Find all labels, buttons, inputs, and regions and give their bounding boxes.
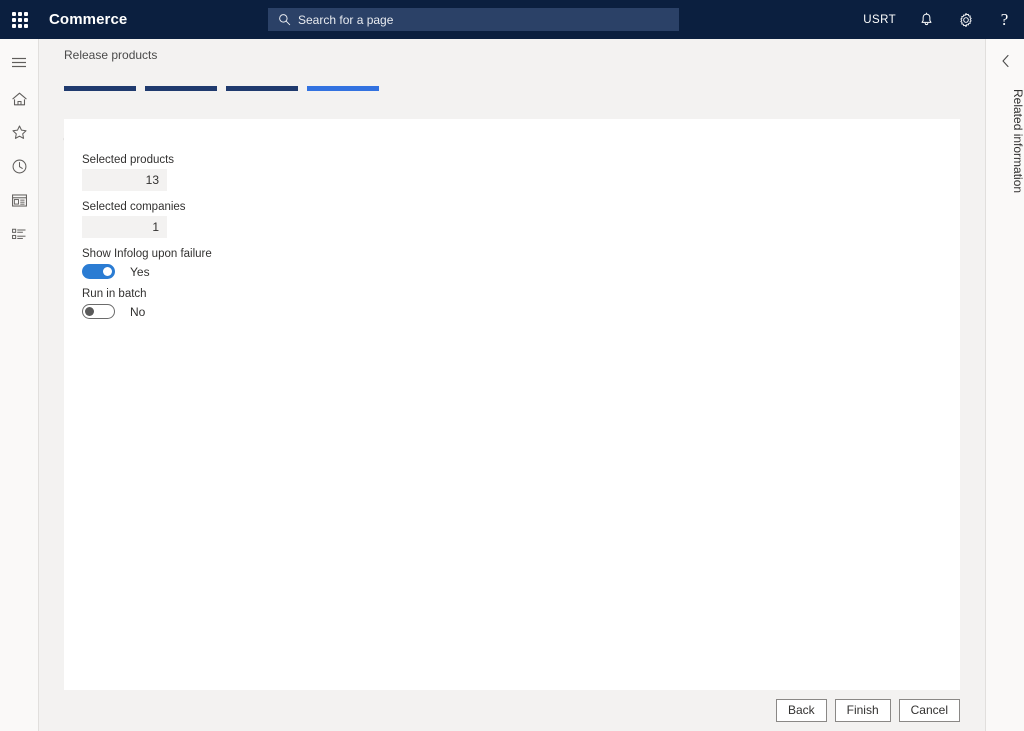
breadcrumb[interactable]: Release products [64, 48, 157, 62]
field-selected-companies: Selected companies 1 [82, 201, 212, 238]
top-bar-actions: USRT ? [852, 0, 1024, 39]
wizard-step-3[interactable] [226, 86, 298, 91]
expand-related-information-button[interactable] [986, 51, 1024, 75]
toggle-row-run-in-batch: No [82, 304, 212, 319]
field-label-show-infolog: Show Infolog upon failure [82, 248, 212, 260]
related-information-panel: Related information [985, 39, 1024, 731]
main-content-area: Release products Confirm selection Selec… [39, 39, 985, 731]
show-infolog-toggle[interactable] [82, 264, 115, 279]
sidebar-item-modules[interactable] [0, 220, 39, 254]
sidebar-item-navigation-menu[interactable] [0, 48, 39, 82]
company-selector[interactable]: USRT [852, 14, 907, 26]
app-launcher-button[interactable] [0, 0, 40, 39]
field-label-selected-products: Selected products [82, 154, 175, 166]
back-button[interactable]: Back [775, 699, 827, 722]
clock-icon [11, 158, 28, 180]
confirm-selection-form: Selected products 13 Selected companies … [82, 154, 212, 328]
star-icon [11, 124, 28, 146]
field-label-run-in-batch: Run in batch [82, 288, 147, 300]
cancel-button[interactable]: Cancel [898, 699, 960, 722]
wizard-step-1[interactable] [64, 86, 136, 91]
wizard-step-2[interactable] [145, 86, 217, 91]
sidebar-item-home[interactable] [0, 84, 39, 118]
application-window: Commerce Search for a page USRT ? Releas… [0, 0, 1024, 731]
bell-icon [919, 12, 934, 28]
modules-list-icon [11, 227, 28, 247]
search-icon [278, 13, 291, 26]
run-in-batch-value: No [130, 304, 146, 319]
top-navigation-bar: Commerce Search for a page USRT ? [0, 0, 1024, 39]
wizard-footer: Back Finish Cancel [39, 690, 985, 731]
selected-products-value[interactable]: 13 [82, 169, 167, 191]
toggle-row-show-infolog: Yes [82, 264, 212, 279]
content-card: Selected products 13 Selected companies … [64, 119, 960, 690]
sidebar-item-favorites[interactable] [0, 118, 39, 152]
settings-button[interactable] [946, 0, 985, 39]
show-infolog-value: Yes [130, 264, 150, 279]
field-show-infolog: Show Infolog upon failure Yes [82, 248, 212, 279]
notifications-button[interactable] [907, 0, 946, 39]
related-information-label[interactable]: Related information [986, 89, 1024, 193]
wizard-progress-indicator [64, 86, 379, 91]
gear-icon [958, 12, 974, 28]
search-placeholder: Search for a page [298, 12, 394, 27]
search-input[interactable]: Search for a page [268, 8, 679, 31]
help-button[interactable]: ? [985, 0, 1024, 39]
field-label-selected-companies: Selected companies [82, 201, 186, 213]
waffle-icon [12, 11, 28, 28]
run-in-batch-toggle[interactable] [82, 304, 115, 319]
question-mark-icon: ? [1000, 10, 1009, 29]
left-navigation-rail [0, 39, 39, 731]
finish-button[interactable]: Finish [834, 699, 891, 722]
home-icon [11, 91, 28, 112]
hamburger-icon [11, 56, 27, 74]
field-selected-products: Selected products 13 [82, 154, 212, 191]
selected-companies-value[interactable]: 1 [82, 216, 167, 238]
sidebar-item-recent[interactable] [0, 152, 39, 186]
workspace-icon [11, 193, 28, 213]
brand-title[interactable]: Commerce [49, 11, 127, 28]
sidebar-item-workspaces[interactable] [0, 186, 39, 220]
toggle-knob [103, 267, 112, 276]
chevron-left-icon [1001, 54, 1011, 73]
toggle-knob [85, 307, 94, 316]
wizard-step-4[interactable] [307, 86, 379, 91]
field-run-in-batch: Run in batch No [82, 288, 212, 319]
